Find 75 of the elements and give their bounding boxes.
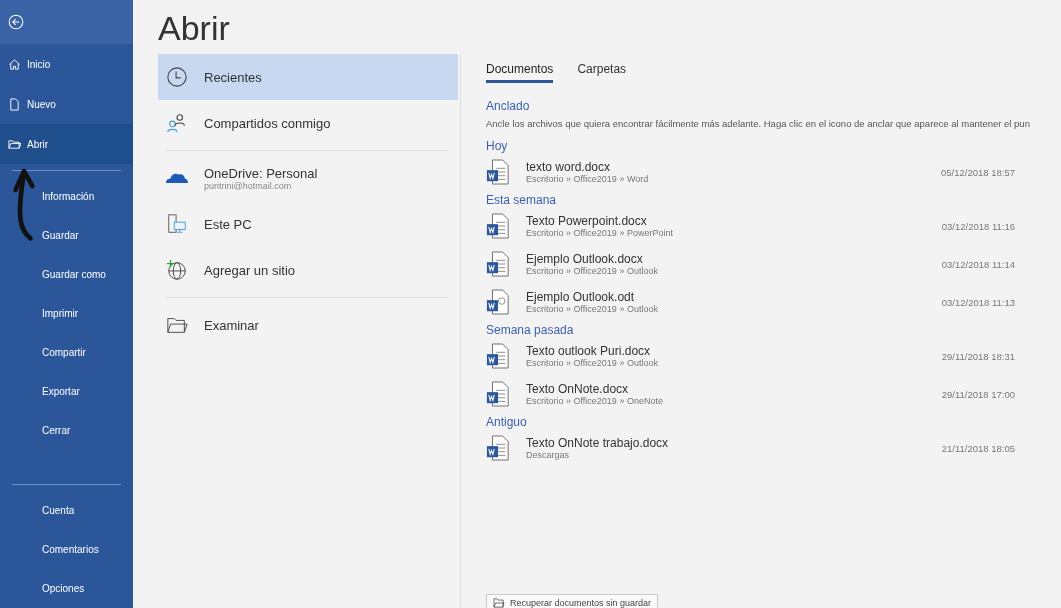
location-item[interactable]: Examinar xyxy=(158,302,458,348)
back-icon[interactable] xyxy=(8,14,24,30)
file-date: 03/12/2018 11:16 xyxy=(941,220,1015,232)
word-file-icon xyxy=(486,213,510,239)
file-name: Ejemplo Outlook.odt xyxy=(526,290,636,304)
file-path: Escritorio » Office2019 » Outlook xyxy=(526,358,659,368)
file-item[interactable]: Texto OnNote.docx Escritorio » Office2019 » OneNote 29/11/2018 17:00 xyxy=(486,375,1061,413)
file-item[interactable]: Texto OnNote trabajo.docx Descargas 21/11/2018 18:05 xyxy=(486,429,1061,467)
globe-icon xyxy=(166,259,188,281)
sidebar-item[interactable]: Compartir xyxy=(0,333,133,372)
file-item[interactable]: Ejemplo Outlook.odt Escritorio » Office2019 » Outlook 03/12/2018 11:13 xyxy=(486,283,1061,321)
section-heading: Antiguo xyxy=(486,415,528,429)
file-name: Ejemplo Outlook.docx xyxy=(526,252,644,266)
pinned-hint: Ancle los archivos que quiera encontrar fácilmente más adelante. Haga clic en el icono de anclar que aparece al mantener el pun xyxy=(486,117,1031,131)
file-item[interactable]: Texto outlook Puri.docx Escritorio » Office2019 » Outlook 29/11/2018 18:31 xyxy=(486,337,1061,375)
sidebar-item[interactable]: Información xyxy=(0,177,133,216)
sidebar-item[interactable]: Guardar como xyxy=(0,255,133,294)
computer-icon xyxy=(166,213,188,235)
sidebar-item[interactable]: Guardar xyxy=(0,216,133,255)
clock-icon xyxy=(166,66,188,88)
word-odt-file-icon xyxy=(486,289,510,315)
word-file-icon xyxy=(486,159,510,185)
file-date: 03/12/2018 11:13 xyxy=(941,296,1015,308)
word-file-icon xyxy=(486,343,510,369)
word-file-icon xyxy=(486,381,510,407)
tab[interactable]: Documentos xyxy=(486,62,554,83)
sidebar-item[interactable]: Inicio xyxy=(0,44,133,84)
file-name: Texto OnNote trabajo.docx xyxy=(526,436,670,450)
people-icon xyxy=(166,112,188,134)
tab[interactable]: Carpetas xyxy=(577,62,627,83)
section-heading: Esta semana xyxy=(486,193,558,207)
page-title: Abrir xyxy=(158,8,231,48)
section-heading: Semana pasada xyxy=(486,323,575,337)
file-date: 29/11/2018 18:31 xyxy=(941,350,1015,362)
sidebar-item[interactable]: Opciones xyxy=(0,569,133,608)
word-file-icon xyxy=(486,435,510,461)
account-email: puritrini@hotmail.com xyxy=(204,180,293,191)
recover-button[interactable]: Recuperar documentos sin guardar xyxy=(486,594,659,608)
file-date: 21/11/2018 18:05 xyxy=(941,442,1015,454)
home-icon xyxy=(8,57,21,71)
document-icon xyxy=(8,97,21,111)
file-name: Texto outlook Puri.docx xyxy=(526,344,652,358)
location-item[interactable]: OneDrive: Personal puritrini@hotmail.com xyxy=(158,155,458,201)
file-path: Descargas xyxy=(526,450,571,460)
folder-icon xyxy=(8,137,21,151)
file-item[interactable]: texto word.docx Escritorio » Office2019 » Word 05/12/2018 18:57 xyxy=(486,153,1061,191)
file-name: Texto OnNote.docx xyxy=(526,382,630,396)
file-path: Escritorio » Office2019 » PowerPoint xyxy=(526,228,674,238)
sidebar-item[interactable]: Comentarios xyxy=(0,530,133,569)
sidebar-item[interactable]: Cerrar xyxy=(0,411,133,450)
file-path: Escritorio » Office2019 » Outlook xyxy=(526,304,659,314)
file-name: Texto Powerpoint.docx xyxy=(526,214,648,228)
file-path: Escritorio » Office2019 » Word xyxy=(526,174,650,184)
sidebar-item[interactable]: Imprimir xyxy=(0,294,133,333)
sidebar-item[interactable]: Abrir xyxy=(0,124,133,164)
sidebar-item[interactable]: Exportar xyxy=(0,372,133,411)
folder-icon xyxy=(493,598,505,608)
file-name: texto word.docx xyxy=(526,160,612,174)
file-date: 05/12/2018 18:57 xyxy=(941,166,1015,178)
file-date: 03/12/2018 11:14 xyxy=(941,258,1015,270)
location-item[interactable]: Recientes xyxy=(158,54,458,100)
location-item[interactable]: Agregar un sitio xyxy=(158,247,458,293)
section-heading: Anclado xyxy=(486,99,531,113)
section-heading: Hoy xyxy=(486,139,509,153)
sidebar-item[interactable]: Cuenta xyxy=(0,491,133,530)
location-item[interactable]: Este PC xyxy=(158,201,458,247)
cloud-icon xyxy=(166,173,188,183)
location-item[interactable]: Compartidos conmigo xyxy=(158,100,458,146)
file-path: Escritorio » Office2019 » Outlook xyxy=(526,266,659,276)
file-path: Escritorio » Office2019 » OneNote xyxy=(526,396,664,406)
file-date: 29/11/2018 17:00 xyxy=(941,388,1015,400)
word-file-icon xyxy=(486,251,510,277)
file-item[interactable]: Texto Powerpoint.docx Escritorio » Office2019 » PowerPoint 03/12/2018 11:16 xyxy=(486,207,1061,245)
file-item[interactable]: Ejemplo Outlook.docx Escritorio » Office2019 » Outlook 03/12/2018 11:14 xyxy=(486,245,1061,283)
sidebar-item[interactable]: Nuevo xyxy=(0,84,133,124)
